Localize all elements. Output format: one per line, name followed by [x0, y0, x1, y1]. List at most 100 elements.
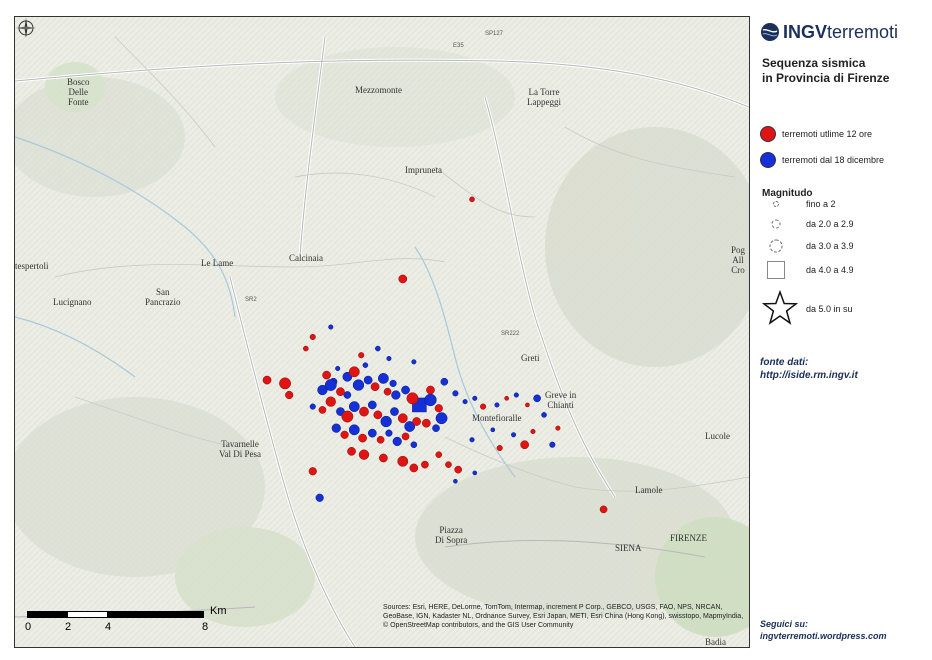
earthquake-marker[interactable]	[426, 385, 435, 395]
earthquake-marker[interactable]	[435, 451, 443, 458]
data-source-url[interactable]: http://iside.rm.ingv.it	[760, 369, 858, 382]
earthquake-marker[interactable]	[398, 274, 408, 284]
place-greve: Greve in Chianti	[545, 390, 577, 410]
earthquake-marker[interactable]	[377, 373, 389, 384]
earthquake-marker[interactable]	[367, 428, 377, 438]
earthquake-marker[interactable]	[533, 394, 541, 403]
circle-tiny-icon	[773, 201, 779, 207]
earthquake-marker[interactable]	[308, 467, 317, 476]
earthquake-marker[interactable]	[322, 370, 331, 380]
earthquake-marker[interactable]	[309, 403, 316, 410]
earthquake-marker[interactable]	[363, 375, 373, 385]
earthquake-marker[interactable]	[390, 407, 399, 416]
map-view[interactable]: Bosco Delle Fonte Mezzomonte La Torre La…	[14, 16, 750, 648]
earthquake-marker[interactable]	[279, 377, 291, 390]
earthquake-marker[interactable]	[359, 406, 369, 417]
earthquake-marker[interactable]	[383, 387, 392, 396]
earthquake-marker[interactable]	[504, 396, 509, 401]
earthquake-marker[interactable]	[336, 387, 345, 397]
earthquake-marker[interactable]	[472, 395, 478, 401]
earthquake-marker[interactable]	[434, 404, 443, 413]
earthquake-marker[interactable]	[303, 345, 309, 352]
earthquake-marker[interactable]	[401, 432, 410, 441]
earthquake-marker[interactable]	[348, 424, 360, 436]
earthquake-marker[interactable]	[469, 196, 475, 203]
legend-blue: terremoti dal 18 dicembre	[760, 152, 884, 168]
earthquake-marker[interactable]	[324, 379, 337, 391]
earthquake-marker[interactable]	[432, 424, 440, 432]
road-label-sr2: SR2	[245, 297, 257, 303]
earthquake-marker[interactable]	[348, 366, 360, 378]
earthquake-marker[interactable]	[411, 359, 417, 365]
earthquake-marker[interactable]	[375, 345, 381, 352]
earthquake-marker[interactable]	[453, 478, 458, 484]
earthquake-marker[interactable]	[373, 410, 383, 420]
earthquake-marker[interactable]	[599, 505, 608, 514]
earthquake-marker[interactable]	[555, 425, 561, 431]
earthquake-marker[interactable]	[367, 400, 377, 410]
earthquake-marker[interactable]	[480, 403, 487, 410]
earthquake-marker[interactable]	[343, 391, 352, 399]
earthquake-marker[interactable]	[391, 390, 401, 400]
earthquake-marker[interactable]	[406, 392, 419, 405]
earthquake-marker[interactable]	[325, 396, 336, 407]
earthquake-marker[interactable]	[315, 493, 324, 502]
earthquake-marker[interactable]	[511, 432, 517, 438]
magnitude-label: da 4.0 a 4.9	[806, 265, 854, 275]
earthquake-marker[interactable]	[397, 413, 408, 424]
follow-us-link[interactable]: ingvterremoti.wordpress.com	[760, 630, 887, 642]
earthquake-marker[interactable]	[462, 399, 468, 405]
earthquake-marker[interactable]	[358, 433, 367, 443]
square-icon	[767, 261, 785, 279]
earthquake-marker[interactable]	[454, 465, 462, 474]
earthquake-marker[interactable]	[541, 412, 547, 418]
earthquake-marker[interactable]	[490, 427, 496, 433]
earthquake-marker[interactable]	[421, 460, 429, 469]
earthquake-marker[interactable]	[549, 441, 556, 448]
earthquake-marker[interactable]	[376, 435, 385, 444]
earthquake-marker[interactable]	[421, 418, 431, 428]
earthquake-marker[interactable]	[358, 449, 370, 460]
earthquake-marker[interactable]	[424, 393, 437, 407]
earthquake-marker[interactable]	[392, 436, 402, 447]
earthquake-marker[interactable]	[340, 430, 349, 439]
earthquake-marker[interactable]	[385, 429, 393, 437]
earthquake-marker[interactable]	[520, 440, 529, 450]
earthquake-marker[interactable]	[386, 355, 392, 362]
earthquake-marker[interactable]	[440, 377, 449, 386]
earthquake-marker[interactable]	[513, 392, 519, 398]
earthquake-marker[interactable]	[496, 445, 503, 452]
earthquake-marker[interactable]	[262, 375, 272, 385]
earthquake-marker[interactable]	[380, 415, 392, 428]
earthquake-marker[interactable]	[348, 401, 360, 412]
earthquake-marker[interactable]	[410, 441, 418, 449]
earthquake-marker[interactable]	[397, 455, 409, 467]
earthquake-marker[interactable]	[445, 461, 452, 468]
place-firenze-road: FIRENZE	[670, 533, 707, 543]
earthquake-marker[interactable]	[335, 365, 341, 372]
earthquake-marker[interactable]	[409, 463, 419, 473]
earthquake-marker[interactable]	[530, 428, 536, 435]
earthquake-marker[interactable]	[401, 385, 410, 395]
earthquake-marker[interactable]	[494, 402, 500, 408]
earthquake-marker[interactable]	[452, 390, 459, 397]
earthquake-marker[interactable]	[341, 410, 354, 423]
earthquake-marker[interactable]	[362, 362, 369, 368]
magnitude-label: da 5.0 in su	[806, 304, 853, 314]
earthquake-marker[interactable]	[331, 423, 341, 433]
earthquake-marker[interactable]	[352, 379, 365, 391]
earthquake-marker[interactable]	[318, 406, 327, 414]
earthquake-marker[interactable]	[285, 390, 294, 400]
earthquake-marker[interactable]	[472, 470, 478, 476]
earthquake-marker[interactable]	[435, 412, 448, 425]
earthquake-marker[interactable]	[328, 324, 334, 330]
earthquake-marker[interactable]	[379, 453, 388, 463]
earthquake-marker[interactable]	[370, 382, 380, 392]
earthquake-marker[interactable]	[358, 352, 365, 359]
earthquake-marker[interactable]	[412, 417, 421, 426]
earthquake-marker[interactable]	[347, 447, 356, 456]
earthquake-marker[interactable]	[525, 402, 530, 408]
earthquake-marker[interactable]	[469, 437, 475, 443]
earthquake-marker[interactable]	[309, 333, 316, 341]
earthquake-marker[interactable]	[389, 379, 397, 387]
